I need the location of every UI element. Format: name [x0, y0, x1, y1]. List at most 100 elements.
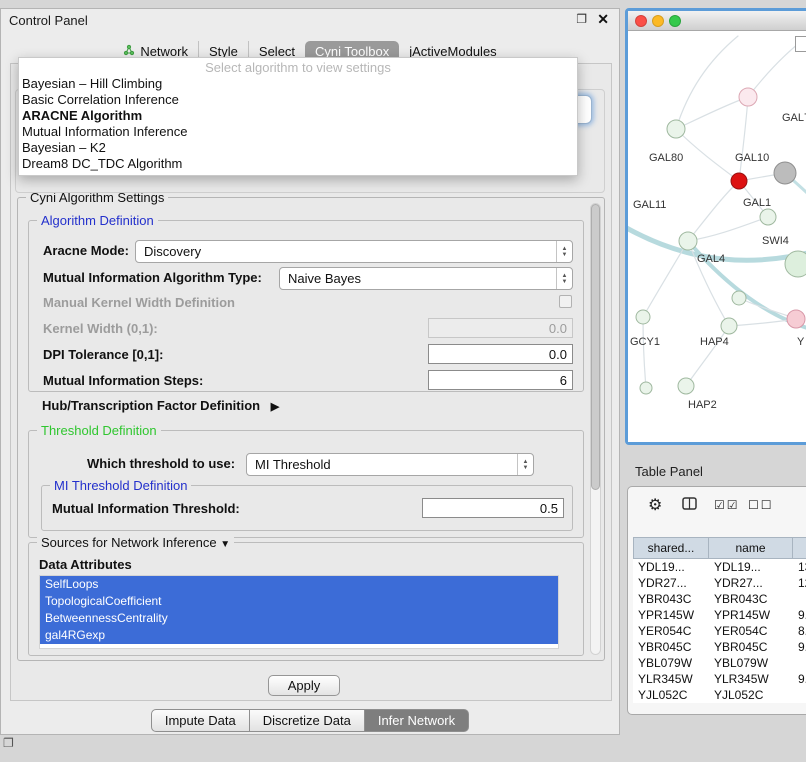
node-label: GAL80	[649, 152, 683, 164]
table-cell: 12	[793, 575, 806, 591]
mi-steps-input[interactable]	[428, 370, 573, 390]
algorithm-option[interactable]: Bayesian – Hill Climbing	[19, 76, 577, 92]
attribute-list-item[interactable]: TopologicalCoefficient	[40, 593, 558, 610]
table-row[interactable]: YPR145WYPR145W9.	[633, 607, 806, 623]
network-window-titlebar[interactable]	[628, 11, 806, 31]
aracne-mode-value: Discovery	[136, 244, 556, 259]
gear-icon[interactable]: ⚙	[648, 495, 662, 515]
network-edge	[688, 217, 768, 241]
aracne-mode-select[interactable]: Discovery ▲▼	[135, 240, 573, 263]
stepper-icon: ▲▼	[556, 241, 572, 262]
mi-threshold-definition-title: MI Threshold Definition	[50, 478, 191, 493]
network-node[interactable]	[732, 291, 746, 305]
table-row[interactable]: YER054CYER054C8.	[633, 623, 806, 639]
node-label: SWI4	[762, 235, 789, 247]
which-threshold-label: Which threshold to use:	[87, 456, 235, 472]
columns-icon[interactable]	[682, 497, 698, 516]
sources-group-title[interactable]: Sources for Network Inference ▼	[37, 535, 234, 550]
attribute-list-item[interactable]: SelfLoops	[40, 576, 558, 593]
manual-kernel-checkbox	[559, 295, 572, 308]
network-node[interactable]	[785, 251, 806, 277]
table-row[interactable]: YDL19...YDL19...13	[633, 559, 806, 575]
mi-threshold-label: Mutual Information Threshold:	[52, 501, 240, 517]
node-label: GCY1	[630, 336, 660, 348]
close-icon[interactable]: ✕	[597, 11, 609, 28]
float-window-icon[interactable]: ❐	[576, 12, 587, 26]
table-row[interactable]: YJL052CYJL052C	[633, 687, 806, 703]
mi-threshold-input[interactable]	[422, 498, 564, 518]
table-cell: YJL052C	[709, 687, 793, 703]
minimize-traffic-light[interactable]	[652, 15, 664, 27]
algorithm-option[interactable]: Dream8 DC_TDC Algorithm	[19, 156, 577, 172]
network-node[interactable]	[667, 120, 685, 138]
settings-scrollbar[interactable]	[590, 203, 601, 655]
network-node[interactable]	[721, 318, 737, 334]
which-threshold-select[interactable]: MI Threshold ▲▼	[246, 453, 534, 476]
network-node[interactable]	[636, 310, 650, 324]
table-cell: YER054C	[633, 623, 709, 639]
table-cell: YDL19...	[633, 559, 709, 575]
settings-scrollbar-thumb[interactable]	[591, 204, 600, 490]
column-header[interactable]: shared...	[633, 537, 709, 559]
table-cell: YLR345W	[633, 671, 709, 687]
bottom-tab-discretize-data[interactable]: Discretize Data	[250, 709, 365, 732]
network-node[interactable]	[739, 88, 757, 106]
node-attribute-table: shared...name YDL19...YDL19...13YDR27...…	[633, 537, 806, 703]
table-cell: 9.	[793, 671, 806, 687]
network-node[interactable]	[787, 310, 805, 328]
dpi-tolerance-input[interactable]	[428, 344, 573, 364]
network-node[interactable]	[679, 232, 697, 250]
table-row[interactable]: YDR27...YDR27...12	[633, 575, 806, 591]
algorithm-option[interactable]: Bayesian – K2	[19, 140, 577, 156]
algorithm-popup-placeholder: Select algorithm to view settings	[19, 59, 577, 76]
data-attributes-list[interactable]: SelfLoopsTopologicalCoefficientBetweenne…	[39, 575, 559, 649]
mini-panel-icon[interactable]: ❐	[3, 736, 14, 750]
network-node[interactable]	[731, 173, 747, 189]
table-row[interactable]: YBR043CYBR043C	[633, 591, 806, 607]
hub-transcription-section-toggle[interactable]: Hub/Transcription Factor Definition ▶	[42, 398, 279, 413]
table-row[interactable]: YBR045CYBR045C9.	[633, 639, 806, 655]
table-cell: YJL052C	[633, 687, 709, 703]
zoom-traffic-light[interactable]	[669, 15, 681, 27]
table-cell: YBR043C	[633, 591, 709, 607]
network-edge	[676, 129, 739, 181]
algorithm-option[interactable]: Mutual Information Inference	[19, 124, 577, 140]
node-label: Y	[797, 336, 805, 348]
mi-type-select[interactable]: Naive Bayes ▲▼	[279, 267, 573, 290]
deselect-all-icon[interactable]: ☐☐	[748, 498, 774, 512]
network-node[interactable]	[760, 209, 776, 225]
table-cell: YPR145W	[633, 607, 709, 623]
table-body: YDL19...YDL19...13YDR27...YDR27...12YBR0…	[633, 559, 806, 703]
stepper-icon: ▲▼	[556, 268, 572, 289]
network-edge	[686, 326, 729, 386]
algorithm-option[interactable]: Basic Correlation Inference	[19, 92, 577, 108]
select-all-icon[interactable]: ☑☑	[714, 498, 740, 512]
sources-title-text: Sources for Network Inference	[41, 535, 217, 550]
network-node[interactable]	[774, 162, 796, 184]
network-node[interactable]	[640, 382, 652, 394]
cyni-algorithm-settings-group: Cyni Algorithm Settings Algorithm Defini…	[17, 197, 605, 661]
network-overlay-fragment	[795, 36, 806, 52]
attribute-list-item[interactable]: gal4RGexp	[40, 627, 558, 644]
column-header[interactable]: name	[709, 537, 793, 559]
collapse-down-icon: ▼	[220, 539, 230, 550]
column-header[interactable]	[793, 537, 806, 559]
table-cell: 13	[793, 559, 806, 575]
algorithm-definition-group: Algorithm Definition Aracne Mode: Discov…	[28, 220, 584, 392]
threshold-definition-title: Threshold Definition	[37, 423, 161, 438]
table-cell: YBR045C	[709, 639, 793, 655]
bottom-tab-infer-network[interactable]: Infer Network	[365, 709, 469, 732]
table-row[interactable]: YLR345WYLR345W9.	[633, 671, 806, 687]
close-traffic-light[interactable]	[635, 15, 647, 27]
table-cell: YBR045C	[633, 639, 709, 655]
network-node[interactable]	[678, 378, 694, 394]
node-label: GAL1	[743, 197, 771, 209]
table-cell: 9.	[793, 607, 806, 623]
algorithm-option[interactable]: ARACNE Algorithm	[19, 108, 577, 124]
attribute-list-item[interactable]: BetweennessCentrality	[40, 610, 558, 627]
bottom-tab-impute-data[interactable]: Impute Data	[151, 709, 250, 732]
network-edge	[688, 181, 739, 241]
table-row[interactable]: YBL079WYBL079W	[633, 655, 806, 671]
apply-button[interactable]: Apply	[268, 675, 340, 696]
network-canvas[interactable]: GAL7GAL80GAL10GAL11GAL1SWI4GAL4GCY1HAP4Y…	[628, 31, 806, 442]
